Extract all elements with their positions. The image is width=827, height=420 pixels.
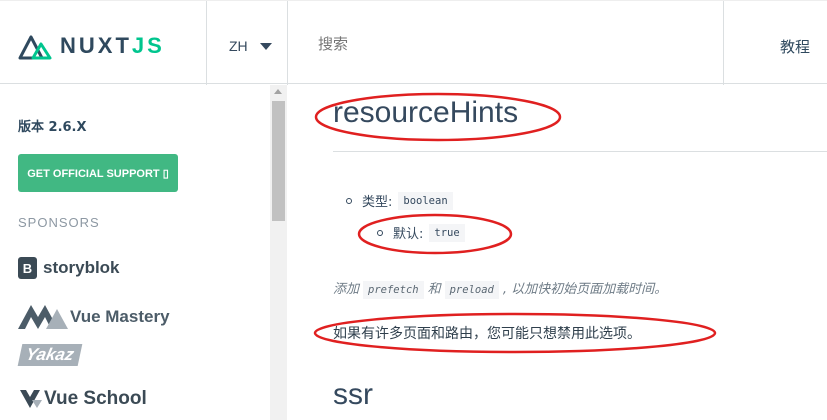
scroll-up-arrow-icon[interactable] (274, 89, 282, 94)
note-text: 添加 (333, 282, 360, 297)
type-label: 类型: (362, 195, 393, 210)
version-label: 版本 2.6.X (18, 120, 87, 135)
vue-school-icon (20, 390, 42, 408)
header-divider (287, 1, 288, 85)
sponsor-yakaz[interactable]: Yakaz (17, 344, 82, 366)
prefetch-code: prefetch (363, 281, 424, 299)
nuxt-mountain-icon (18, 35, 52, 60)
type-value: boolean (398, 191, 453, 210)
get-official-support-button[interactable]: GET OFFICIAL SUPPORT ▯ (18, 154, 178, 192)
sponsor-name: Vue School (44, 388, 147, 409)
sidebar-scrollbar[interactable] (270, 85, 287, 420)
logo-text: NUXTJS (60, 33, 165, 58)
note-text: , 以加快初始页面加载时间。 (502, 282, 668, 297)
scrollbar-thumb[interactable] (272, 101, 285, 221)
sponsor-name: storyblok (43, 258, 120, 277)
preload-code: preload (444, 281, 499, 299)
list-item-default: 默认: true (377, 223, 465, 242)
sponsor-vue-school[interactable]: Vue School (18, 388, 147, 410)
bullet-icon (377, 229, 383, 236)
sponsor-storyblok[interactable]: B storyblok (18, 257, 120, 279)
chevron-down-icon (259, 42, 272, 50)
sponsors-heading: SPONSORS (18, 215, 100, 230)
section-title: resourceHints (333, 96, 519, 129)
list-item-type: 类型: boolean (346, 191, 453, 210)
nuxtjs-logo[interactable]: NUXTJS (18, 31, 165, 61)
storyblok-icon: B (18, 257, 37, 279)
top-header: NUXTJS ZH 教程 (0, 0, 827, 85)
sidebar: 版本 2.6.X GET OFFICIAL SUPPORT ▯ SPONSORS… (0, 85, 287, 420)
main-content: resourceHints 类型: boolean 默认: true 添加 pre… (288, 85, 827, 420)
title-divider (333, 151, 827, 152)
sponsor-vue-mastery[interactable]: Vue Mastery (18, 303, 170, 331)
description-paragraph: 如果有许多页面和路由，您可能只想禁用此选项。 (333, 326, 641, 342)
note-text: 和 (427, 282, 441, 297)
default-label: 默认: (393, 227, 424, 242)
sponsor-name: Vue Mastery (70, 307, 170, 326)
default-value: true (429, 223, 465, 242)
bullet-icon (346, 197, 352, 204)
header-divider (723, 1, 724, 85)
language-value: ZH (229, 38, 248, 54)
language-select[interactable]: ZH (229, 38, 272, 54)
search-input[interactable] (318, 36, 698, 53)
header-divider (206, 1, 207, 85)
next-section-title: ssr (333, 378, 373, 411)
description-note: 添加 prefetch 和 preload, 以加快初始页面加载时间。 (333, 278, 668, 299)
vue-mastery-icon (18, 305, 68, 329)
nav-tutorial-link[interactable]: 教程 (780, 36, 810, 57)
